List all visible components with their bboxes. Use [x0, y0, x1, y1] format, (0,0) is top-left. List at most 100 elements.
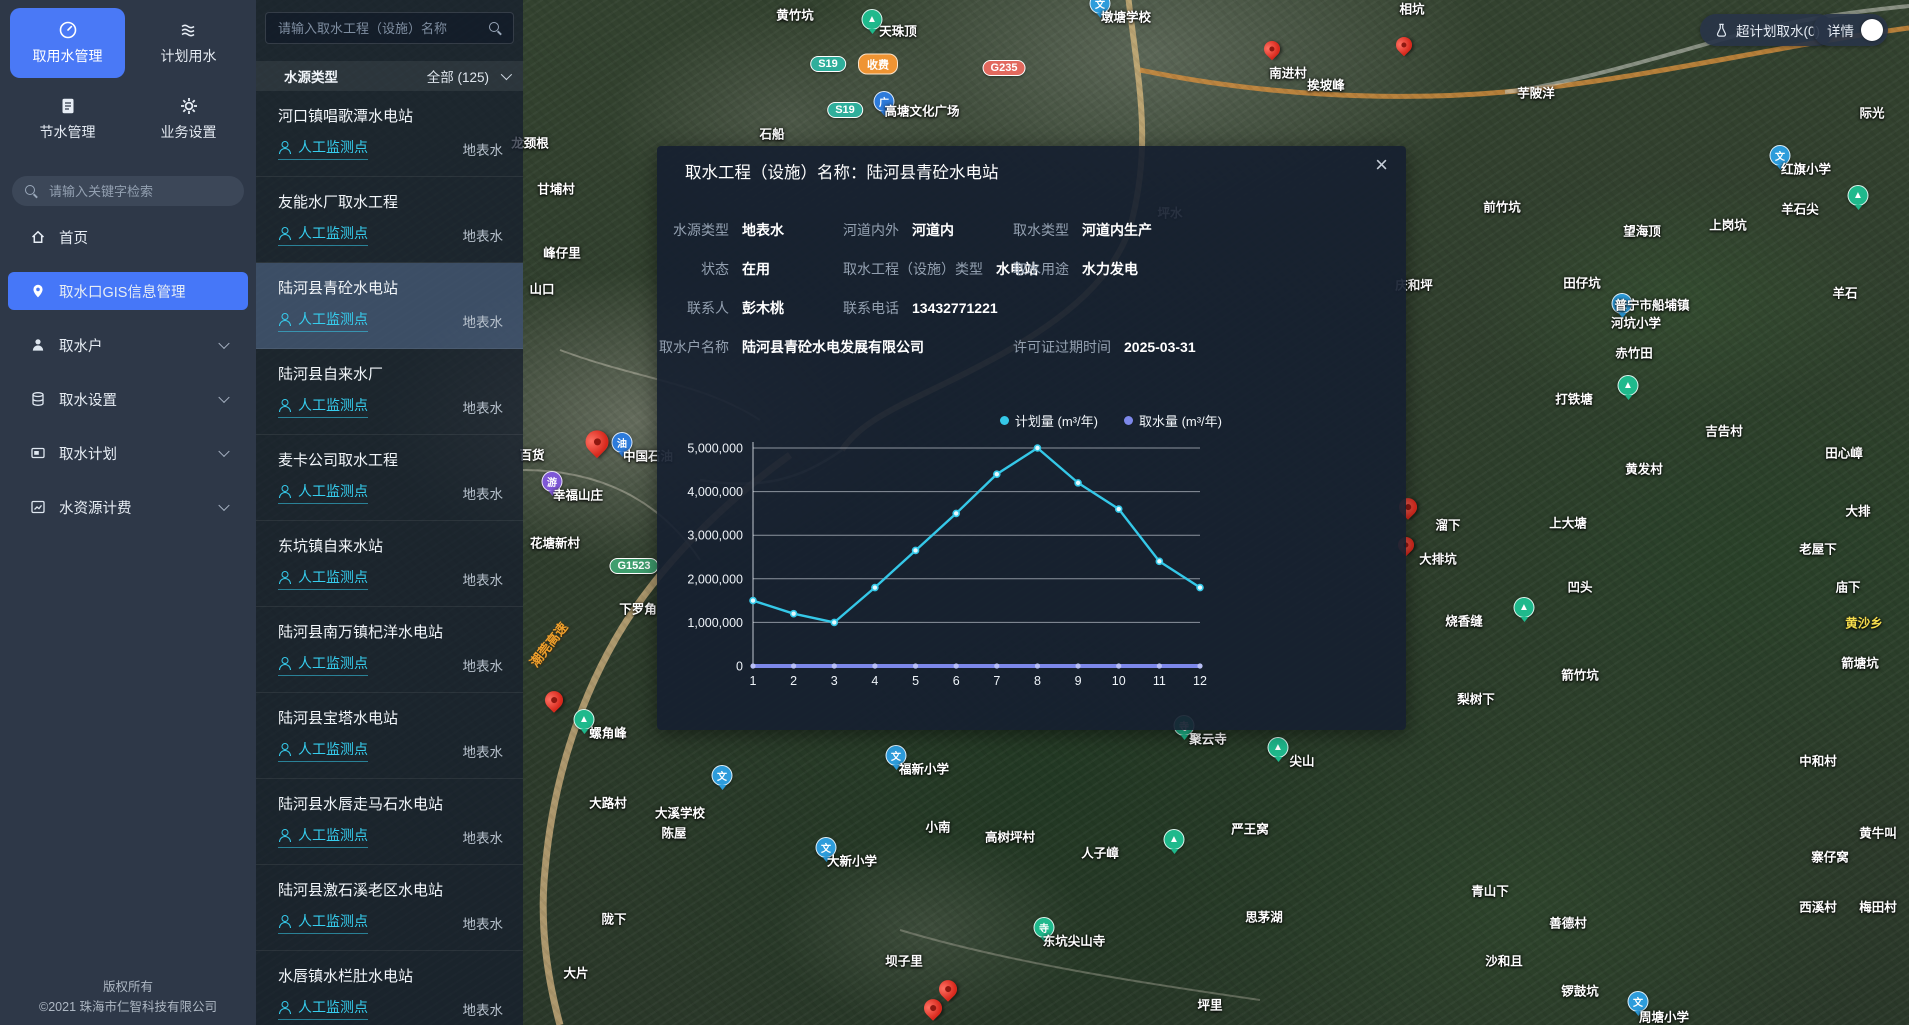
list-item[interactable]: 友能水厂取水工程人工监测点地表水	[256, 177, 523, 263]
sidebar: 取用水管理计划用水节水管理业务设置 首页取水口GIS信息管理取水户取水设置取水计…	[0, 0, 256, 1025]
monitor-link[interactable]: 人工监测点	[278, 997, 368, 1020]
monitor-label: 人工监测点	[298, 911, 368, 931]
map-school-marker[interactable]: 文	[712, 765, 733, 794]
detail-toggle[interactable]: 详情	[1813, 14, 1888, 46]
station-search-input[interactable]	[276, 20, 480, 37]
field-value: 陆河县青砼水电发展有限公司	[742, 337, 924, 357]
monitor-link[interactable]: 人工监测点	[278, 825, 368, 848]
map-label: 山口	[529, 279, 554, 298]
svg-text:6: 6	[953, 674, 960, 688]
person-icon	[278, 141, 291, 154]
person-icon	[278, 829, 291, 842]
module-gauge[interactable]: 取用水管理	[10, 8, 125, 78]
sidebar-item-home[interactable]: 首页	[0, 210, 256, 264]
water-source-filter[interactable]: 水源类型 全部 (125)	[256, 61, 523, 91]
sidebar-item-card[interactable]: 取水计划	[0, 426, 256, 480]
sidebar-item-label: 取水设置	[59, 389, 117, 410]
map-label: 望海顶	[1623, 221, 1661, 240]
map-label: 天珠顶	[879, 21, 917, 40]
svg-text:1,000,000: 1,000,000	[687, 616, 743, 630]
field-取水类型: 取水类型河道内生产	[1013, 220, 1406, 240]
svg-text:7: 7	[993, 674, 1000, 688]
map-label: 墩塘学校	[1101, 7, 1151, 26]
map-pin[interactable]	[939, 980, 957, 998]
sidebar-item-chart[interactable]: 水资源计费	[0, 480, 256, 534]
sidebar-search[interactable]	[12, 176, 244, 206]
monitor-link[interactable]: 人工监测点	[278, 223, 368, 246]
module-gear[interactable]: 业务设置	[131, 84, 246, 154]
monitor-link[interactable]: 人工监测点	[278, 739, 368, 762]
monitor-link[interactable]: 人工监测点	[278, 395, 368, 418]
monitor-label: 人工监测点	[298, 567, 368, 587]
db-icon	[30, 391, 46, 407]
field-联系人: 联系人彭木桃	[657, 298, 843, 318]
monitor-link[interactable]: 人工监测点	[278, 653, 368, 676]
map-label: 际光	[1859, 103, 1884, 122]
toggle-knob[interactable]	[1861, 19, 1883, 41]
monitor-link[interactable]: 人工监测点	[278, 481, 368, 504]
list-item[interactable]: 麦卡公司取水工程人工监测点地表水	[256, 435, 523, 521]
monitor-label: 人工监测点	[298, 137, 368, 157]
monitor-label: 人工监测点	[298, 997, 368, 1017]
person-icon	[278, 399, 291, 412]
person-icon	[278, 227, 291, 240]
field-label: 状态	[657, 259, 729, 279]
legend-item[interactable]: 计划量 (m³/年)	[1000, 411, 1098, 430]
module-doc[interactable]: 节水管理	[10, 84, 125, 154]
map-mountain-marker[interactable]: ▲	[1514, 597, 1535, 626]
map-label: 西溪村	[1799, 897, 1837, 916]
sidebar-item-user[interactable]: 取水户	[0, 318, 256, 372]
legend-item[interactable]: 取水量 (m³/年)	[1124, 411, 1222, 430]
list-item[interactable]: 陆河县青砼水电站人工监测点地表水	[256, 263, 523, 349]
map-mountain-marker[interactable]: ▲	[1848, 185, 1869, 214]
map-label: 百货	[519, 445, 544, 464]
list-item[interactable]: 河口镇唱歌潭水电站人工监测点地表水	[256, 91, 523, 177]
list-item[interactable]: 陆河县宝塔水电站人工监测点地表水	[256, 693, 523, 779]
list-item[interactable]: 陆河县自来水厂人工监测点地表水	[256, 349, 523, 435]
map-pin[interactable]	[924, 999, 942, 1017]
svg-text:3,000,000: 3,000,000	[687, 529, 743, 543]
list-item[interactable]: 水唇镇水栏肚水电站人工监测点地表水	[256, 951, 523, 1025]
close-icon[interactable]: ×	[1375, 154, 1388, 176]
monitor-link[interactable]: 人工监测点	[278, 567, 368, 590]
field-label: 取水用途	[1013, 259, 1069, 279]
road-badge: G235	[983, 60, 1026, 76]
map-label: 甘埔村	[537, 179, 575, 198]
field-value: 2025-03-31	[1124, 339, 1196, 355]
monitor-link[interactable]: 人工监测点	[278, 137, 368, 160]
field-label: 许可证过期时间	[1013, 337, 1111, 357]
list-item[interactable]: 陆河县南万镇杞洋水电站人工监测点地表水	[256, 607, 523, 693]
list-item[interactable]: 东坑镇自来水站人工监测点地表水	[256, 521, 523, 607]
map-label: 上岗坑	[1709, 215, 1747, 234]
sidebar-search-input[interactable]	[47, 183, 232, 200]
map-mountain-marker[interactable]: ▲	[1164, 829, 1185, 858]
map-mountain-marker[interactable]: ▲	[1618, 375, 1639, 404]
map-pin[interactable]	[1264, 41, 1280, 57]
station-name: 陆河县自来水厂	[278, 363, 383, 384]
list-item[interactable]: 陆河县激石溪老区水电站人工监测点地表水	[256, 865, 523, 951]
list-item[interactable]: 陆河县水唇走马石水电站人工监测点地表水	[256, 779, 523, 865]
field-value: 地表水	[742, 220, 784, 240]
sidebar-item-label: 取水口GIS信息管理	[59, 281, 185, 302]
map-label: 箭竹坑	[1561, 665, 1599, 684]
field-value: 彭木桃	[742, 298, 784, 318]
monitor-link[interactable]: 人工监测点	[278, 911, 368, 934]
map-pin[interactable]	[545, 691, 563, 709]
app-root: 黄竹坑石船相坑南进村挨坡峰芋陂洋际光墩塘学校天珠顶高塘文化广场坪水前竹坑望海顶上…	[0, 0, 1909, 1025]
chart-legend: 计划量 (m³/年) 取水量 (m³/年)	[677, 408, 1222, 432]
pin-icon	[30, 283, 46, 299]
station-search[interactable]	[265, 12, 514, 44]
module-waves[interactable]: 计划用水	[131, 8, 246, 78]
map-pin[interactable]	[1396, 37, 1412, 53]
monitor-link[interactable]: 人工监测点	[278, 309, 368, 332]
station-name: 水唇镇水栏肚水电站	[278, 965, 413, 986]
map-label: 坪里	[1197, 995, 1222, 1014]
map-pin[interactable]	[586, 430, 609, 453]
sidebar-item-db[interactable]: 取水设置	[0, 372, 256, 426]
sidebar-item-pin[interactable]: 取水口GIS信息管理	[8, 272, 248, 310]
field-状态: 状态在用	[657, 259, 843, 279]
chart-icon	[30, 499, 46, 515]
doc-icon	[58, 96, 78, 116]
water-type: 地表水	[463, 483, 504, 503]
map-mountain-marker[interactable]: ▲	[1268, 737, 1289, 766]
